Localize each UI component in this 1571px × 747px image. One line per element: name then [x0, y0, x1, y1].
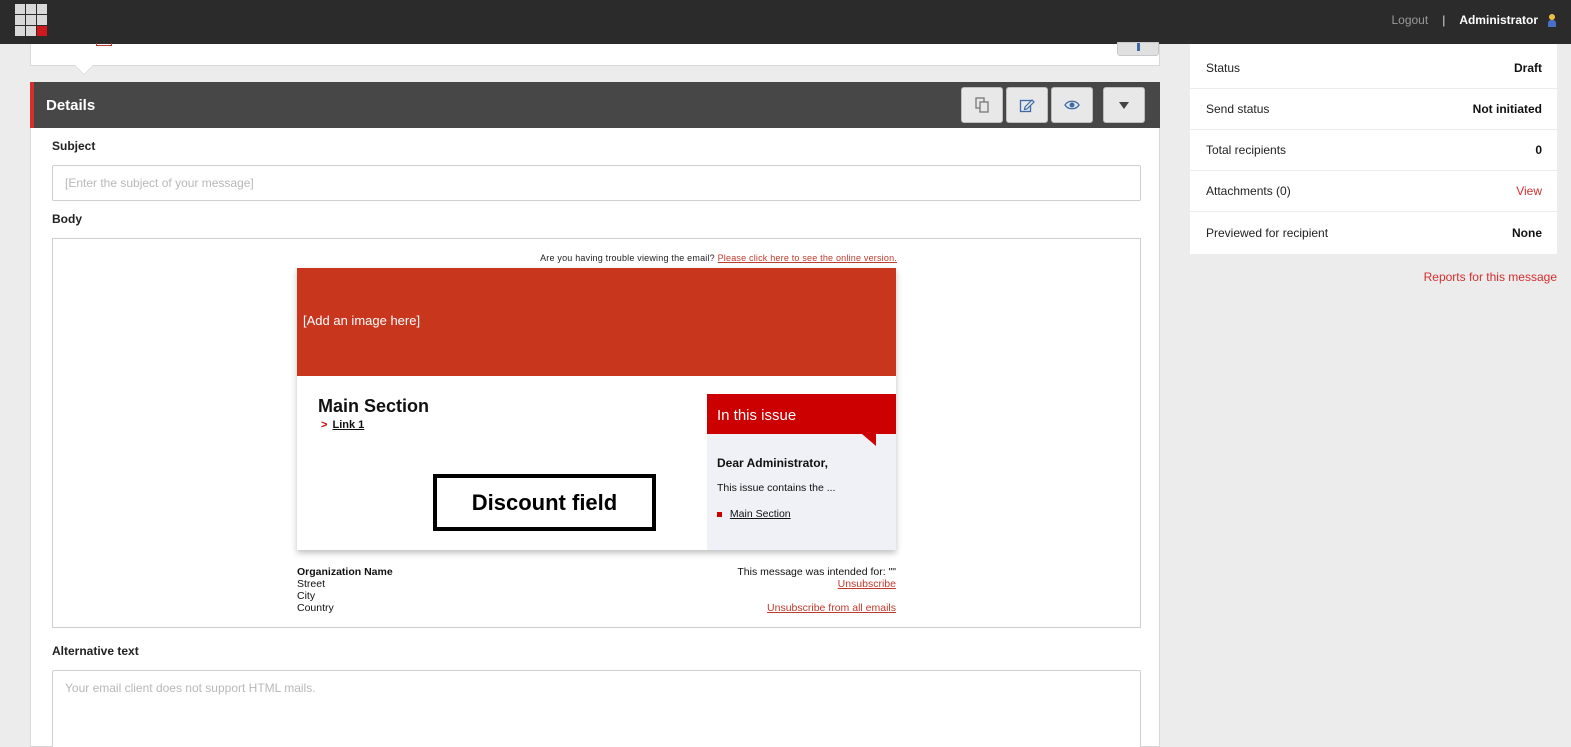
online-version-notice: Are you having trouble viewing the email…: [297, 253, 897, 263]
city: City: [297, 590, 316, 602]
trouble-text: Are you having trouble viewing the email…: [540, 253, 715, 263]
reports-link[interactable]: Reports for this message: [1300, 270, 1557, 284]
issue-title: In this issue: [707, 394, 896, 434]
email-footer-address: Organization Name Street City Country: [297, 566, 393, 614]
online-version-link[interactable]: Please click here to see the online vers…: [718, 253, 897, 263]
edit-button[interactable]: [1006, 87, 1048, 123]
org-name: Organization Name: [297, 566, 393, 578]
property-total-recipients: Total recipients 0: [1190, 130, 1557, 171]
property-label: Previewed for recipient: [1206, 225, 1329, 240]
preview-button[interactable]: [1051, 87, 1093, 123]
greeting: Dear Administrator,: [717, 456, 828, 470]
top-bar: Logout | Administrator: [0, 0, 1571, 44]
property-value: Draft: [1513, 61, 1542, 75]
discount-field[interactable]: Discount field: [433, 474, 656, 531]
unsubscribe-link[interactable]: Unsubscribe: [838, 578, 896, 590]
issue-link-item: Main Section: [717, 508, 791, 520]
caret-down-icon: [1119, 102, 1129, 109]
link-marker: >: [321, 419, 328, 431]
issue-tab-decoration: [862, 434, 876, 446]
details-body: Subject Body Are you having trouble view…: [30, 128, 1160, 747]
issue-link[interactable]: Main Section: [730, 508, 791, 520]
main-section-link: > Link 1: [321, 419, 364, 431]
main-section-title: Main Section: [318, 396, 430, 416]
country: Country: [297, 602, 334, 614]
user-icon[interactable]: [1548, 13, 1556, 27]
property-label: Status: [1206, 61, 1241, 75]
attachments-view-link[interactable]: View: [1516, 184, 1542, 198]
details-title: Details: [46, 97, 96, 114]
email-footer-unsubscribe: This message was intended for: "" Unsubs…: [597, 566, 896, 614]
bullet-icon: [717, 511, 722, 517]
property-attachments: Attachments (0) View: [1190, 171, 1557, 212]
alternative-text-label: Alternative text: [52, 644, 139, 658]
user-menu: Logout | Administrator: [1391, 13, 1556, 27]
body-label: Body: [52, 212, 82, 226]
in-this-issue-panel: In this issue Dear Administrator, This i…: [707, 394, 896, 550]
unsubscribe-all-link[interactable]: Unsubscribe from all emails: [767, 602, 896, 614]
eye-icon: [1064, 100, 1080, 110]
upper-panel-button[interactable]: [1117, 42, 1159, 56]
logout-link[interactable]: Logout: [1391, 13, 1428, 27]
message-properties-panel: Status Draft Send status Not initiated T…: [1190, 44, 1557, 254]
alternative-text-input[interactable]: [52, 670, 1141, 747]
property-send-status: Send status Not initiated: [1190, 89, 1557, 130]
email-body-editor[interactable]: Are you having trouble viewing the email…: [52, 238, 1141, 628]
user-name[interactable]: Administrator: [1459, 13, 1538, 27]
property-label: Total recipients: [1206, 143, 1287, 157]
property-value[interactable]: None: [1512, 226, 1542, 240]
hero-image-placeholder[interactable]: [Add an image here]: [297, 268, 896, 376]
hero-placeholder-text: [Add an image here]: [303, 313, 421, 328]
more-actions-button[interactable]: [1103, 87, 1145, 123]
email-template: [Add an image here] Main Section > Link …: [297, 268, 896, 550]
topbar-separator: |: [1442, 13, 1446, 27]
subject-label: Subject: [52, 139, 96, 153]
subject-input[interactable]: [52, 165, 1141, 201]
property-value: Not initiated: [1472, 102, 1542, 116]
street: Street: [297, 578, 326, 590]
property-previewed-for: Previewed for recipient None: [1190, 212, 1557, 253]
panel-pointer: [75, 65, 93, 74]
edit-icon: [1019, 99, 1035, 113]
property-value: 0: [1535, 143, 1542, 157]
property-label: Attachments (0): [1206, 184, 1291, 198]
link-1[interactable]: Link 1: [333, 419, 365, 431]
property-label: Send status: [1206, 102, 1270, 116]
property-status: Status Draft: [1190, 48, 1557, 89]
intended-for: This message was intended for: "": [737, 566, 896, 578]
upper-panel-marker: [96, 43, 112, 46]
app-grid-icon[interactable]: [15, 4, 48, 37]
copy-icon: [975, 97, 989, 113]
issue-summary: This issue contains the ...: [717, 482, 836, 494]
copy-button[interactable]: [961, 87, 1003, 123]
details-header: Details: [30, 82, 1160, 128]
upper-panel: [30, 42, 1160, 66]
